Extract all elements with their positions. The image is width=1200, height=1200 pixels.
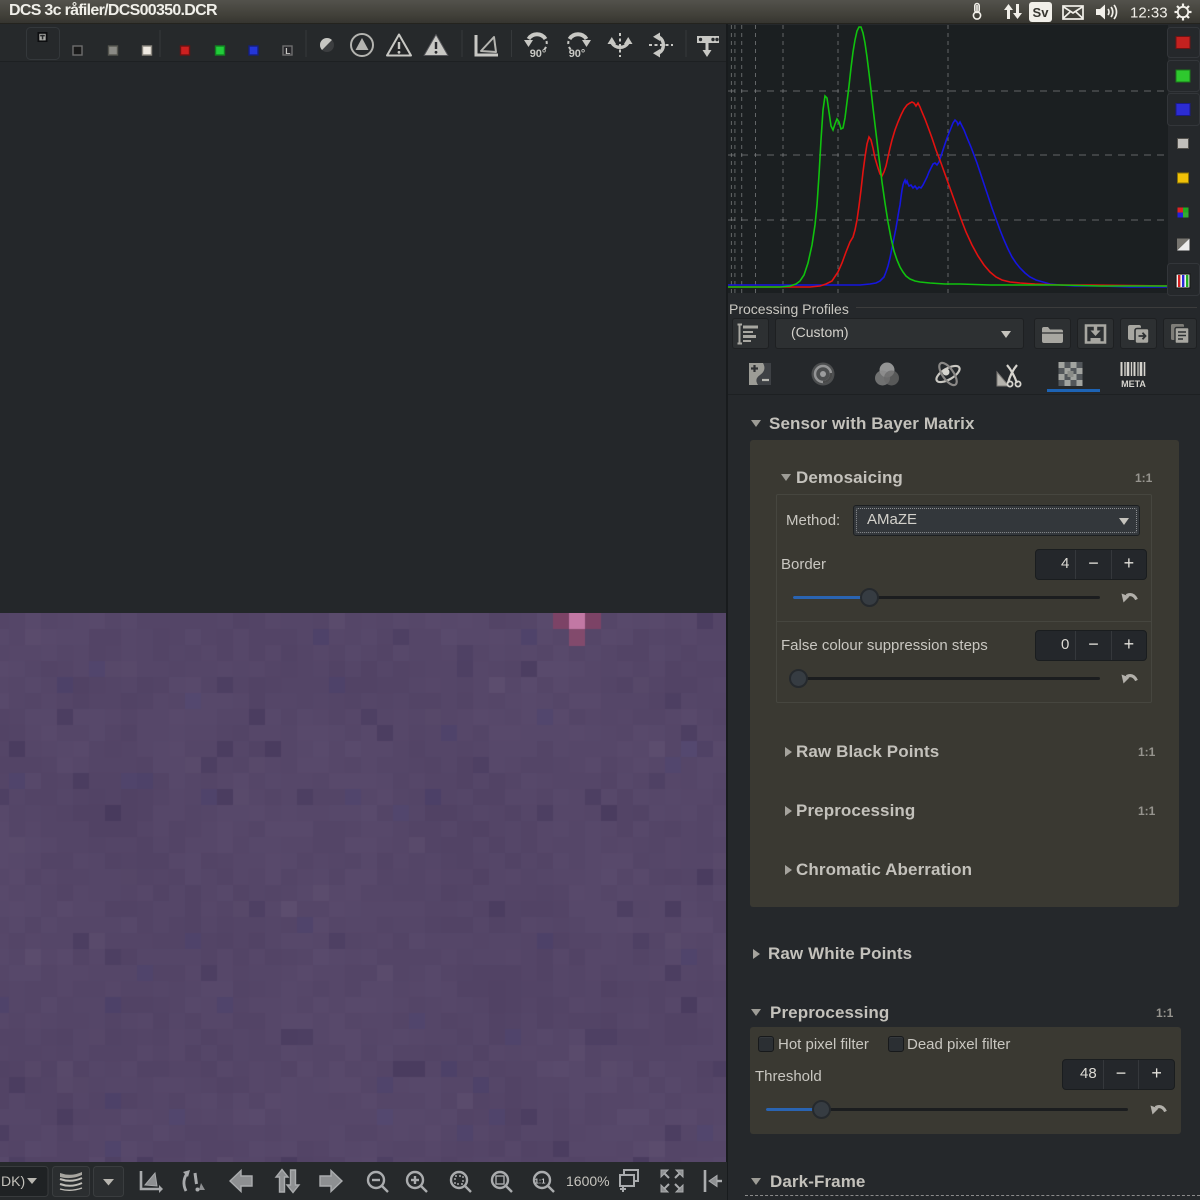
- svg-text:Sv: Sv: [1033, 5, 1050, 20]
- svg-text:90°: 90°: [569, 48, 586, 60]
- svg-text:META: META: [1121, 379, 1146, 389]
- svg-text:90°: 90°: [530, 48, 547, 60]
- svg-text:L: L: [285, 46, 290, 56]
- svg-text:DK): DK): [1, 1173, 25, 1189]
- svg-text:12:33: 12:33: [1130, 5, 1168, 22]
- svg-text:1:1: 1:1: [535, 1177, 546, 1186]
- svg-text:1600%: 1600%: [566, 1173, 610, 1189]
